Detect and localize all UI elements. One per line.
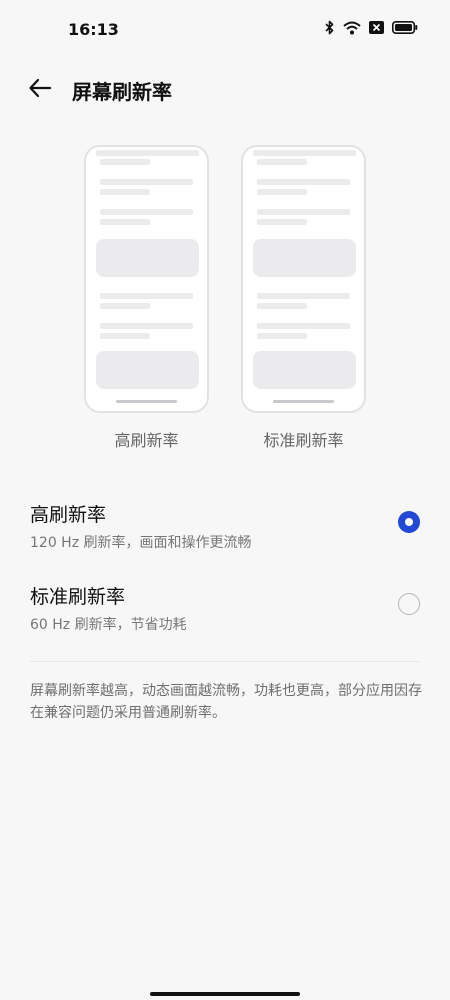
option-description: 60 Hz 刷新率，节省功耗 [30, 617, 187, 633]
preview-label: 高刷新率 [114, 431, 179, 450]
bluetooth-icon [324, 20, 335, 35]
radio-button-selected[interactable] [398, 511, 420, 533]
status-icons [324, 20, 418, 35]
sim-disabled-icon [369, 21, 384, 34]
preview-label: 标准刷新率 [263, 431, 344, 450]
gesture-navigation-handle[interactable] [150, 992, 300, 996]
screen: 16:13 屏幕刷新率 高刷新率 标准刷新率 高刷新率 120 Hz 刷新率，画… [0, 0, 450, 1000]
option-standard-refresh-rate[interactable]: 标准刷新率 60 Hz 刷新率，节省功耗 [0, 574, 450, 644]
status-time: 16:13 [68, 20, 119, 39]
preview-standard-refresh: 标准刷新率 [241, 145, 366, 451]
refresh-rate-previews: 高刷新率 标准刷新率 [0, 145, 450, 455]
divider [30, 661, 420, 662]
option-high-refresh-rate[interactable]: 高刷新率 120 Hz 刷新率，画面和操作更流畅 [0, 492, 450, 562]
option-description: 120 Hz 刷新率，画面和操作更流畅 [30, 535, 252, 551]
header: 屏幕刷新率 [0, 70, 450, 110]
option-title: 高刷新率 [30, 504, 107, 526]
page-title: 屏幕刷新率 [72, 80, 172, 104]
preview-high-refresh: 高刷新率 [84, 145, 209, 451]
status-bar: 16:13 [0, 0, 450, 60]
radio-button-unselected[interactable] [398, 593, 420, 615]
option-title: 标准刷新率 [30, 586, 126, 608]
battery-icon [392, 21, 418, 34]
phone-illustration [84, 145, 209, 413]
back-button[interactable] [26, 76, 54, 104]
wifi-icon [343, 21, 361, 35]
arrow-left-icon [28, 78, 52, 102]
footnote-text: 屏幕刷新率越高，动态画面越流畅，功耗也更高，部分应用因存在兼容问题仍采用普通刷新… [30, 683, 422, 721]
phone-illustration [241, 145, 366, 413]
